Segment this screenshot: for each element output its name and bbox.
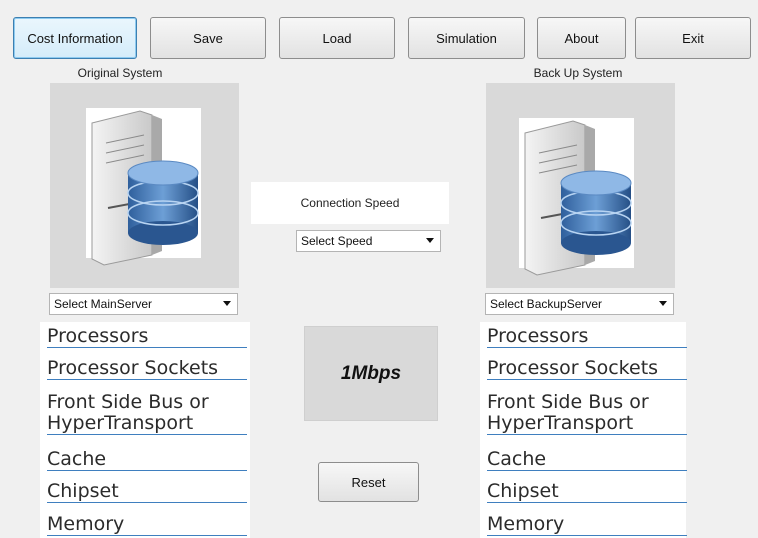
spec-front-side-bus: Front Side Bus or HyperTransport: [47, 392, 247, 435]
chevron-down-icon: [223, 301, 231, 306]
spec-processors: Processors: [487, 326, 687, 348]
reset-button[interactable]: Reset: [318, 462, 419, 502]
spec-processor-sockets: Processor Sockets: [487, 358, 687, 380]
main-server-image-panel: [50, 83, 239, 288]
backup-server-image-panel: [486, 83, 675, 288]
save-button[interactable]: Save: [150, 17, 266, 59]
load-button[interactable]: Load: [279, 17, 395, 59]
original-system-caption: Original System: [77, 66, 163, 80]
spec-front-side-bus: Front Side Bus or HyperTransport: [487, 392, 687, 435]
simulation-button[interactable]: Simulation: [408, 17, 525, 59]
chevron-down-icon: [426, 238, 434, 243]
spec-processors: Processors: [47, 326, 247, 348]
about-button[interactable]: About: [537, 17, 626, 59]
connection-speed-select[interactable]: Select Speed: [296, 230, 441, 252]
main-server-select[interactable]: Select MainServer: [49, 293, 238, 315]
cost-information-button[interactable]: Cost Information: [13, 17, 137, 59]
server-database-icon: [86, 108, 201, 266]
chevron-down-icon: [659, 301, 667, 306]
spec-processor-sockets: Processor Sockets: [47, 358, 247, 380]
spec-memory: Memory: [47, 514, 247, 536]
backup-server-select[interactable]: Select BackupServer: [485, 293, 674, 315]
connection-speed-select-value: Select Speed: [301, 234, 373, 248]
backup-server-select-value: Select BackupServer: [490, 297, 603, 311]
speed-display: 1Mbps: [304, 326, 438, 421]
spec-memory: Memory: [487, 514, 687, 536]
main-server-select-value: Select MainServer: [54, 297, 153, 311]
spec-cache: Cache: [47, 449, 247, 471]
server-database-icon: [519, 118, 634, 276]
original-spec-list: Processors Processor Sockets Front Side …: [40, 322, 250, 538]
backup-spec-list: Processors Processor Sockets Front Side …: [480, 322, 687, 538]
spec-chipset: Chipset: [47, 481, 247, 503]
exit-button[interactable]: Exit: [635, 17, 751, 59]
spec-cache: Cache: [487, 449, 687, 471]
connection-speed-label: Connection Speed: [251, 182, 449, 224]
spec-chipset: Chipset: [487, 481, 687, 503]
backup-system-caption: Back Up System: [533, 66, 623, 80]
